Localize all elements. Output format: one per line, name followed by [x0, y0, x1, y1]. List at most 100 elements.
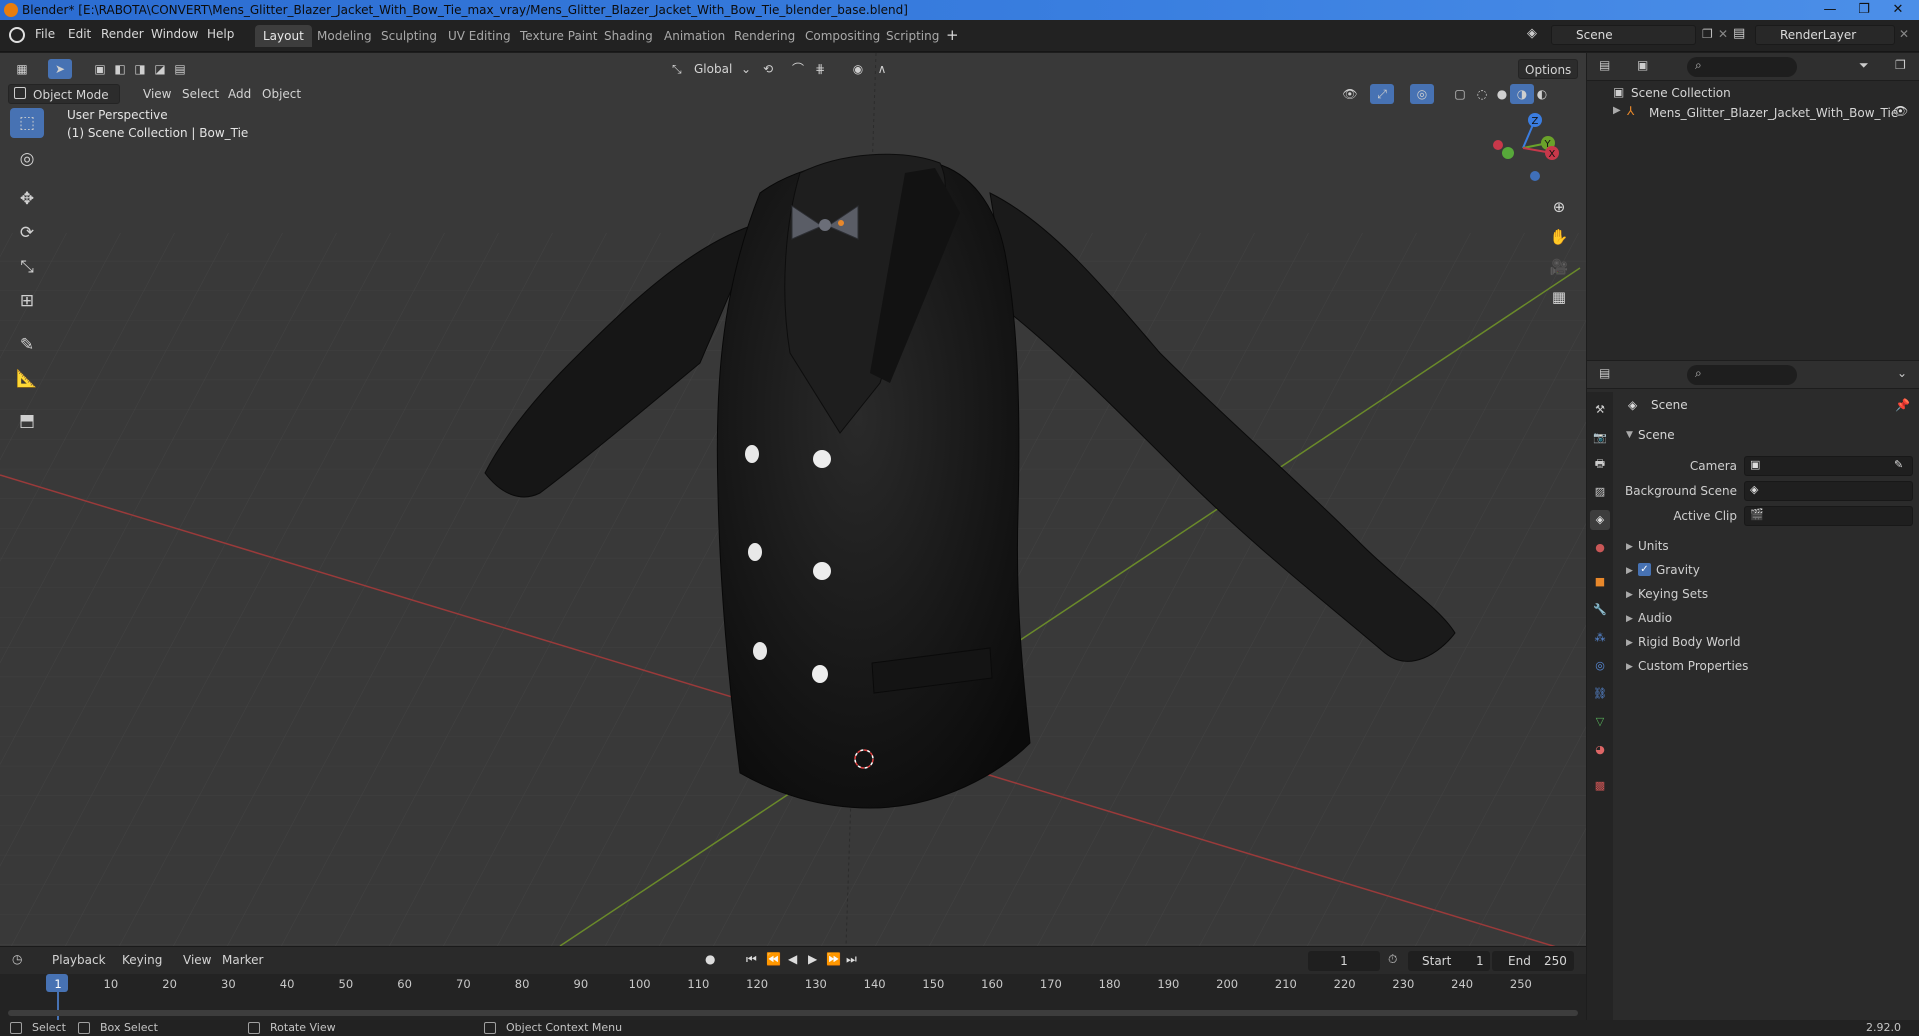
- constraints-tab-icon[interactable]: ⛓: [1590, 684, 1610, 704]
- tab-uv-editing[interactable]: UV Editing: [440, 25, 519, 47]
- expand-arrow-icon[interactable]: ▶: [1626, 590, 1633, 600]
- filter-icon[interactable]: ⏷: [1859, 58, 1869, 73]
- editor-type-icon[interactable]: ▦: [10, 59, 34, 79]
- play-icon[interactable]: ▶: [808, 952, 817, 966]
- menu-select[interactable]: Select: [176, 84, 225, 104]
- modifier-tab-icon[interactable]: 🔧: [1590, 600, 1610, 620]
- current-frame-field[interactable]: 1: [1308, 951, 1380, 971]
- jump-start-icon[interactable]: ⏮: [746, 952, 757, 967]
- select-tool-header-icon[interactable]: ➤: [48, 59, 72, 79]
- output-tab-icon[interactable]: 🖶: [1590, 454, 1610, 474]
- annotate-tool-icon[interactable]: ✎: [10, 330, 44, 360]
- end-frame-field[interactable]: End 250: [1492, 951, 1574, 971]
- view-layer-field[interactable]: RenderLayer: [1755, 25, 1895, 45]
- chevron-down-icon[interactable]: ⌄: [1897, 366, 1907, 380]
- rigid-body-world-panel-header[interactable]: Rigid Body World: [1638, 632, 1741, 652]
- zoom-view-icon[interactable]: ⊕: [1545, 193, 1573, 221]
- object-tab-icon[interactable]: ■: [1590, 572, 1610, 592]
- falloff-icon[interactable]: ∧: [870, 59, 894, 79]
- gizmo-toggle-icon[interactable]: ⤢: [1370, 84, 1394, 104]
- pivot-point-icon[interactable]: ⟲: [756, 59, 780, 79]
- outliner-search-input[interactable]: [1687, 57, 1797, 77]
- timeline-editor-icon[interactable]: ◷: [12, 952, 22, 966]
- menu-render[interactable]: Render: [101, 27, 144, 41]
- tab-animation[interactable]: Animation: [656, 25, 733, 47]
- scene-name-field[interactable]: Scene: [1551, 25, 1696, 45]
- xray-icon[interactable]: ▢: [1448, 84, 1472, 104]
- tab-layout[interactable]: Layout: [255, 25, 312, 47]
- menu-add[interactable]: Add: [222, 84, 257, 104]
- 3d-viewport[interactable]: ▦ ➤ ▣ ◧ ◨ ◪ ▤ ⤡ Global ⌄ ⟲ ⌒ ⋕ ◉ ∧ Optio…: [0, 53, 1586, 946]
- menu-timeline-view[interactable]: View: [177, 950, 217, 970]
- menu-edit[interactable]: Edit: [68, 27, 91, 41]
- camera-view-icon[interactable]: 🎥: [1545, 253, 1573, 281]
- auto-keying-icon[interactable]: ●: [705, 952, 715, 966]
- expand-arrow-icon[interactable]: ▶: [1613, 105, 1621, 116]
- new-scene-icon[interactable]: ❐: [1702, 27, 1713, 41]
- start-frame-field[interactable]: Start 1: [1408, 951, 1490, 971]
- menu-playback[interactable]: Playback: [46, 950, 112, 970]
- scene-section-header[interactable]: Scene: [1638, 428, 1675, 442]
- menu-marker[interactable]: Marker: [216, 950, 269, 970]
- transform-tool-icon[interactable]: ⊞: [10, 286, 44, 316]
- pan-view-icon[interactable]: ✋: [1545, 223, 1573, 251]
- outliner-item-jacket[interactable]: Mens_Glitter_Blazer_Jacket_With_Bow_Tie: [1649, 106, 1898, 120]
- select-box-tool-icon[interactable]: ⬚: [10, 108, 44, 138]
- menu-keying[interactable]: Keying: [116, 950, 168, 970]
- menu-object[interactable]: Object: [256, 84, 307, 104]
- timeline-scrollbar[interactable]: [8, 1010, 1578, 1016]
- jump-end-icon[interactable]: ⏭: [846, 952, 857, 967]
- timeline-area[interactable]: 1 10 20 30 40 50 60 70 80 90 100 110 120 130 140 150 160…: [0, 974, 1586, 1022]
- physics-tab-icon[interactable]: ◎: [1590, 656, 1610, 676]
- material-tab-icon[interactable]: ◕: [1590, 740, 1610, 760]
- visibility-icon[interactable]: 👁: [1338, 84, 1362, 104]
- display-mode-icon[interactable]: ▤: [1599, 58, 1610, 72]
- properties-search-input[interactable]: [1687, 365, 1797, 385]
- select-mode-intersect-icon[interactable]: ▤: [168, 59, 192, 79]
- expand-arrow-icon[interactable]: ▶: [1626, 638, 1633, 648]
- transform-orientation-dropdown[interactable]: Global: [688, 59, 738, 79]
- snap-target-icon[interactable]: ⋕: [808, 59, 832, 79]
- menu-file[interactable]: File: [35, 27, 55, 41]
- menu-help[interactable]: Help: [207, 27, 234, 41]
- pin-icon[interactable]: 📌: [1895, 398, 1910, 412]
- play-reverse-icon[interactable]: ◀: [788, 952, 797, 966]
- overlay-toggle-icon[interactable]: ◎: [1410, 84, 1434, 104]
- properties-editor-icon[interactable]: ▤: [1599, 366, 1610, 380]
- expand-arrow-icon[interactable]: ▶: [1626, 614, 1633, 624]
- expand-arrow-icon[interactable]: ▶: [1626, 566, 1633, 576]
- texture-tab-icon[interactable]: ▩: [1590, 776, 1610, 796]
- snap-icon[interactable]: ⌒: [786, 59, 810, 79]
- minimize-button[interactable]: —: [1815, 0, 1845, 20]
- tool-tab-icon[interactable]: ⚒: [1590, 400, 1610, 420]
- menu-view[interactable]: View: [137, 84, 177, 104]
- view-layer-icon[interactable]: ▤: [1733, 26, 1753, 46]
- tab-texture-paint[interactable]: Texture Paint: [512, 25, 605, 47]
- eyedropper-icon[interactable]: ✎: [1894, 458, 1903, 471]
- particles-tab-icon[interactable]: ⁂: [1590, 628, 1610, 648]
- audio-panel-header[interactable]: Audio: [1638, 608, 1672, 628]
- tab-compositing[interactable]: Compositing: [797, 25, 888, 47]
- move-tool-icon[interactable]: ✥: [10, 184, 44, 214]
- add-workspace-button[interactable]: +: [946, 26, 959, 44]
- maximize-button[interactable]: ❐: [1849, 0, 1879, 20]
- custom-properties-panel-header[interactable]: Custom Properties: [1638, 656, 1748, 676]
- gravity-checkbox[interactable]: ✓: [1638, 563, 1651, 576]
- camera-field[interactable]: [1744, 456, 1913, 476]
- tab-sculpting[interactable]: Sculpting: [373, 25, 445, 47]
- eye-icon[interactable]: 👁: [1893, 104, 1908, 118]
- cursor-tool-icon[interactable]: ◎: [10, 144, 44, 174]
- perspective-toggle-icon[interactable]: ▦: [1545, 283, 1573, 311]
- keying-sets-panel-header[interactable]: Keying Sets: [1638, 584, 1708, 604]
- data-tab-icon[interactable]: ▽: [1590, 712, 1610, 732]
- scale-tool-icon[interactable]: ⤡: [10, 252, 44, 282]
- blender-menu-icon[interactable]: [9, 27, 25, 43]
- active-clip-field[interactable]: [1744, 506, 1913, 526]
- navigation-gizmo[interactable]: Z Y X: [1480, 105, 1566, 191]
- delete-view-layer-icon[interactable]: ✕: [1899, 27, 1909, 41]
- measure-tool-icon[interactable]: 📐: [10, 364, 44, 394]
- jump-keyframe-back-icon[interactable]: ⏪: [766, 952, 781, 966]
- expand-arrow-icon[interactable]: ▶: [1626, 662, 1633, 672]
- options-dropdown[interactable]: Options: [1518, 59, 1578, 79]
- scene-collection-label[interactable]: Scene Collection: [1631, 86, 1731, 100]
